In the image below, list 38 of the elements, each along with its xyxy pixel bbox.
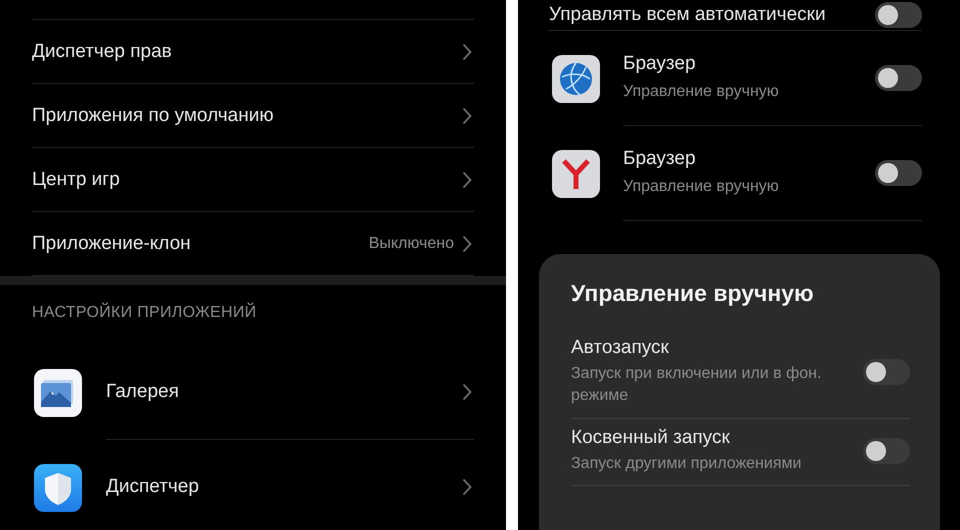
shield-icon	[34, 464, 82, 512]
toggle-switch[interactable]	[875, 2, 922, 28]
section-header: НАСТРОЙКИ ПРИЛОЖЕНИЙ	[32, 302, 258, 323]
sheet-title: Управление вручную	[571, 280, 815, 307]
globe-icon	[552, 54, 600, 102]
menu-label: Приложение-клон	[32, 232, 191, 254]
menu-label: Центр игр	[32, 168, 120, 190]
menu-item[interactable]: Центр игр	[32, 148, 474, 212]
toggle-switch[interactable]	[863, 438, 910, 464]
app-name: Браузер	[623, 52, 697, 75]
y-logo-icon	[552, 150, 600, 198]
chevron-icon	[462, 383, 472, 401]
menu-item[interactable]: Диспетчер прав	[32, 20, 474, 84]
app-name: Браузер	[623, 148, 697, 170]
menu-value: Выключено	[368, 234, 454, 252]
toggle-switch[interactable]	[875, 65, 922, 91]
app-status: Управление вручную	[623, 82, 779, 102]
option-description: Запуск другими приложениями	[571, 454, 802, 474]
option-description: Запуск при включении или в фон. режиме	[571, 364, 822, 406]
toggle-switch[interactable]	[863, 359, 910, 386]
menu-label: Приложения по умолчанию	[32, 104, 274, 126]
chevron-icon	[462, 42, 472, 60]
app-name: Диспетчер	[106, 476, 199, 498]
app-status: Управление вручную	[623, 176, 779, 197]
menu-label: Диспетчер прав	[32, 40, 172, 62]
setting-label: Управлять всем автоматически	[549, 4, 826, 26]
gallery-icon	[34, 368, 82, 416]
chevron-icon	[462, 234, 472, 252]
chevron-icon	[462, 478, 472, 496]
app-name: Галерея	[106, 381, 179, 403]
option-label: Косвенный запуск	[571, 426, 731, 449]
chevron-icon	[462, 106, 472, 124]
chevron-icon	[462, 170, 472, 188]
app-item[interactable]: Диспетчер	[32, 440, 474, 530]
app-item[interactable]: Галерея	[32, 345, 474, 440]
menu-item[interactable]: Приложения по умолчанию	[32, 84, 474, 148]
toggle-switch[interactable]	[875, 160, 922, 186]
option-label: Автозапуск	[571, 337, 670, 359]
